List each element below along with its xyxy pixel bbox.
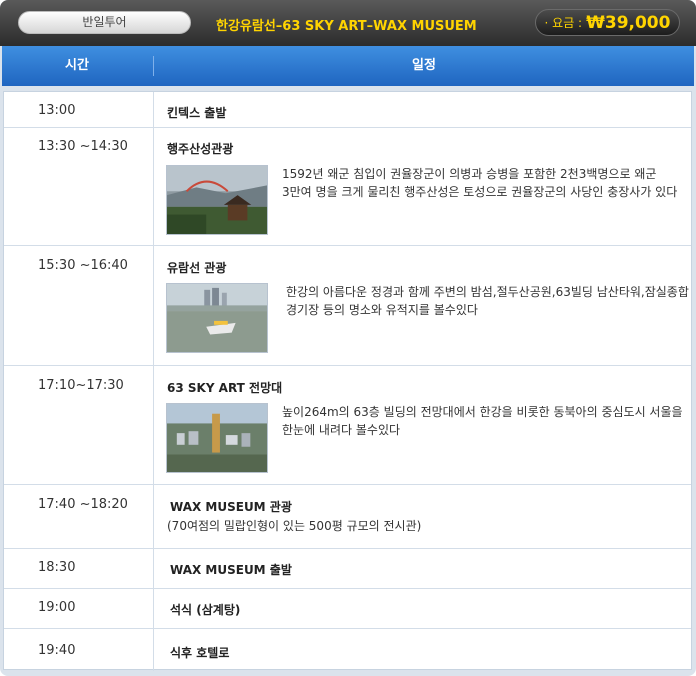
table-row: 13:00 킨텍스 출발 (4, 92, 691, 128)
description-line: 1592년 왜군 침입이 권율장군이 의병과 승병을 포함한 2천3백명으로 왜… (282, 167, 657, 181)
place-title: 킨텍스 출발 (167, 106, 227, 120)
table-row: 17:10~17:30 63 SKY ART 전망대 높이264m의 63층 빌… (4, 366, 691, 485)
place-subtitle: (70여점의 밀랍인형이 있는 500평 규모의 전시관) (167, 519, 422, 533)
time-cell: 13:30 ~14:30 (4, 128, 154, 245)
description-line: 한눈에 내려다 볼수있다 (282, 423, 401, 437)
column-header-schedule: 일정 (412, 58, 436, 73)
table-row: 17:40 ~18:20 WAX MUSEUM 관광 (70여점의 밀랍인형이 … (4, 485, 691, 549)
place-title: 석식 (삼계탕) (170, 603, 241, 617)
time-text: 13:00 (38, 103, 76, 118)
price-badge: · 요금 : ₩39,000 (535, 9, 680, 36)
time-text: 17:10~17:30 (38, 378, 124, 393)
description-line: 3만여 명을 크게 물리친 행주산성은 토성으로 권율장군의 사당인 충장사가 … (282, 185, 678, 199)
place-title: 유람선 관광 (167, 261, 227, 275)
time-cell: 18:30 (4, 549, 154, 588)
tour-schedule-panel: 반일투어 한강유람선–63 SKY ART–WAX MUSUEM · 요금 : … (0, 0, 696, 676)
place-title: 63 SKY ART 전망대 (167, 381, 283, 395)
place-title: 식후 호텔로 (170, 646, 230, 660)
cruise-photo (166, 283, 268, 353)
tour-type-badge: 반일투어 (18, 11, 191, 34)
table-row: 13:30 ~14:30 행주산성관광 1592년 왜군 침입이 권율장군이 의… (4, 128, 691, 246)
description-line: 높이264m의 63층 빌딩의 전망대에서 한강을 비롯한 동북아의 중심도시 … (282, 405, 683, 419)
top-bar: 반일투어 한강유람선–63 SKY ART–WAX MUSUEM · 요금 : … (0, 0, 696, 46)
time-text: 17:40 ~18:20 (38, 497, 128, 512)
place-title: 행주산성관광 (167, 142, 234, 156)
time-cell: 17:40 ~18:20 (4, 485, 154, 548)
description-line: 한강의 아름다운 정경과 함께 주변의 밤섬,절두산공원,63빌딩 남산타워,잠… (286, 285, 689, 299)
table-row: 19:40 식후 호텔로 (4, 629, 691, 671)
time-text: 19:00 (38, 600, 76, 615)
time-cell: 15:30 ~16:40 (4, 246, 154, 365)
description-line: 경기장 등의 명소와 유적지를 볼수있다 (286, 303, 478, 317)
time-text: 15:30 ~16:40 (38, 258, 128, 273)
table-row: 18:30 WAX MUSEUM 출발 (4, 549, 691, 589)
time-text: 18:30 (38, 560, 76, 575)
tour-title: 한강유람선–63 SKY ART–WAX MUSUEM (216, 19, 477, 34)
table-row: 19:00 석식 (삼계탕) (4, 589, 691, 629)
price-label: · 요금 : (544, 16, 583, 30)
table-header: 시간 일정 (2, 46, 694, 86)
time-text: 13:30 ~14:30 (38, 139, 128, 154)
time-cell: 19:00 (4, 589, 154, 628)
table-row: 15:30 ~16:40 유람선 관광 한강의 아름다운 정경과 함께 주변의 … (4, 246, 691, 366)
schedule-table: 13:00 킨텍스 출발 13:30 ~14:30 행주산성관광 1592년 왜… (3, 91, 692, 671)
time-cell: 19:40 (4, 629, 154, 671)
price-value: ₩39,000 (586, 12, 671, 33)
time-text: 19:40 (38, 643, 76, 658)
sky-view-photo (166, 403, 268, 473)
haengju-fortress-photo (166, 165, 268, 235)
time-cell: 13:00 (4, 92, 154, 127)
column-header-time: 시간 (65, 58, 89, 73)
place-title: WAX MUSEUM 관광 (170, 500, 292, 514)
place-title: WAX MUSEUM 출발 (170, 563, 292, 577)
time-cell: 17:10~17:30 (4, 366, 154, 484)
